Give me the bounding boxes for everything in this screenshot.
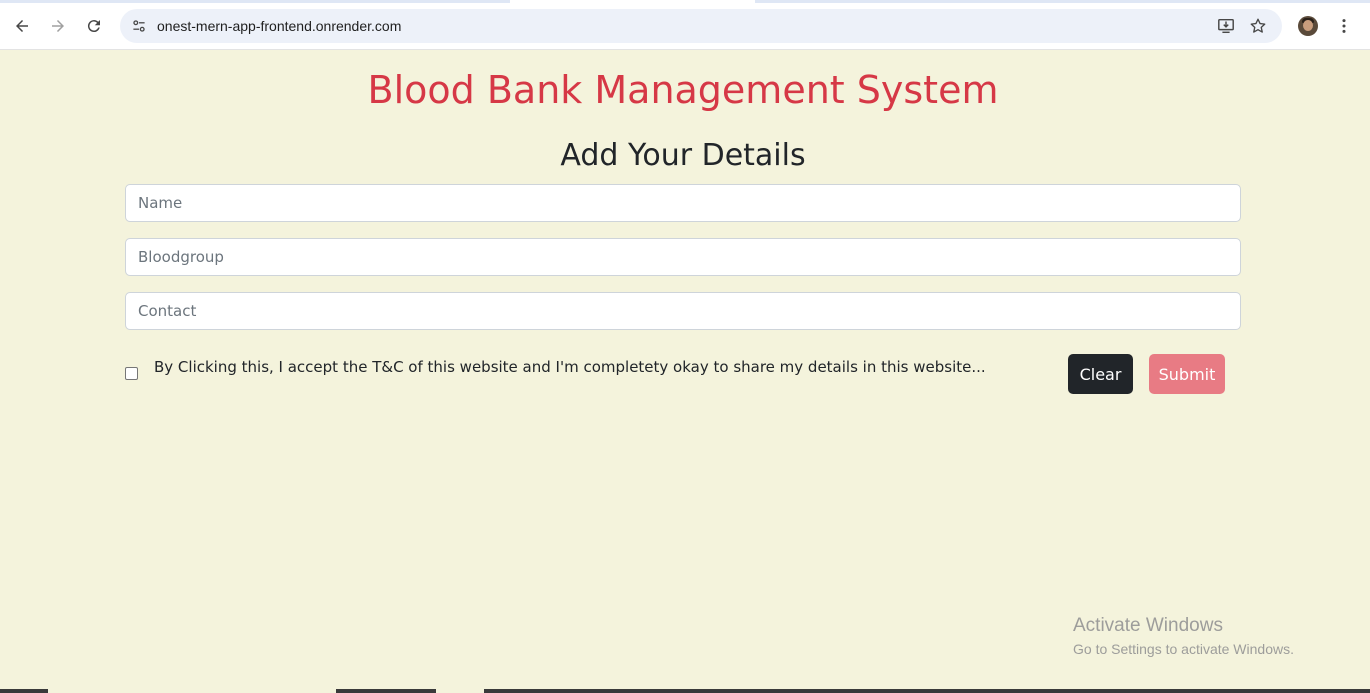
taskbar-edge [0, 689, 1370, 693]
submit-button[interactable]: Submit [1149, 354, 1225, 394]
back-button[interactable] [7, 11, 37, 41]
page-content: Blood Bank Management System Add Your De… [0, 50, 1370, 693]
bookmark-star-icon[interactable] [1248, 16, 1268, 36]
bloodgroup-input[interactable] [125, 238, 1241, 276]
forward-button[interactable] [43, 11, 73, 41]
terms-checkbox[interactable] [125, 367, 138, 380]
tab-strip [0, 0, 1370, 3]
clear-button[interactable]: Clear [1068, 354, 1133, 394]
more-menu-icon[interactable] [1334, 16, 1354, 36]
profile-avatar[interactable] [1298, 16, 1318, 36]
page-title: Blood Bank Management System [367, 68, 999, 112]
back-arrow-icon [16, 20, 28, 32]
browser-toolbar: onest-mern-app-frontend.onrender.com [0, 0, 1370, 50]
terms-label[interactable]: By Clicking this, I accept the T&C of th… [154, 358, 986, 376]
watermark-line-1: Activate Windows [1073, 615, 1223, 636]
site-settings-icon[interactable] [130, 17, 148, 35]
watermark-line-2: Go to Settings to activate Windows. [1073, 641, 1294, 657]
reload-icon [87, 20, 100, 33]
reload-button[interactable] [79, 11, 109, 41]
name-input[interactable] [125, 184, 1241, 222]
url-text[interactable]: onest-mern-app-frontend.onrender.com [157, 18, 401, 34]
forward-arrow-icon [52, 20, 64, 32]
activate-windows-watermark: Activate Windows Go to Settings to activ… [1073, 615, 1294, 657]
install-app-icon[interactable] [1216, 16, 1236, 36]
form-heading: Add Your Details [560, 138, 806, 173]
address-bar[interactable]: onest-mern-app-frontend.onrender.com [120, 9, 1282, 43]
contact-input[interactable] [125, 292, 1241, 330]
